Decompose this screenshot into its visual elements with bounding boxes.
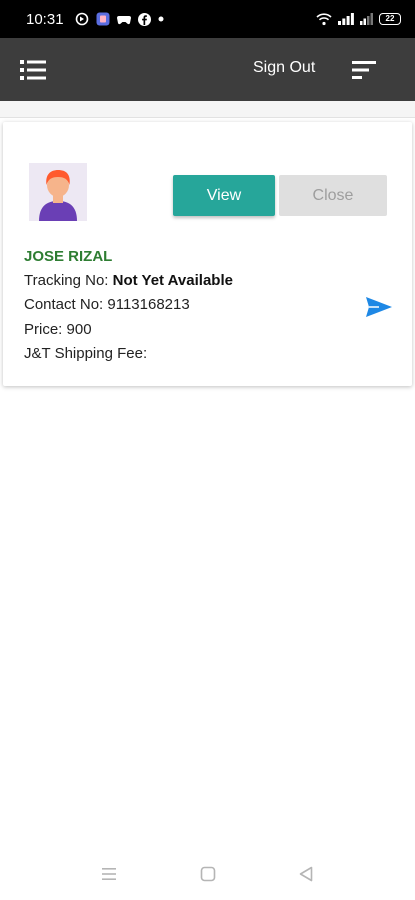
customer-name: JOSE RIZAL: [24, 248, 113, 265]
signal-icon: [338, 13, 354, 25]
dot-icon: [158, 16, 164, 22]
content-area: View Close JOSE RIZAL Tracking No: Not Y…: [0, 101, 415, 849]
shipping-fee-line: J&T Shipping Fee:: [24, 345, 147, 362]
game-controller-icon: [116, 12, 131, 26]
wifi-icon: [316, 12, 332, 26]
list-menu-icon[interactable]: [20, 58, 48, 82]
battery-icon: 22: [379, 13, 401, 25]
app-notification-icon: [96, 12, 110, 26]
tracking-line: Tracking No: Not Yet Available: [24, 272, 233, 289]
contact-value: 9113168213: [107, 296, 190, 313]
close-button[interactable]: Close: [279, 175, 387, 216]
app-bar: Sign Out: [0, 38, 415, 101]
home-icon[interactable]: [199, 865, 217, 888]
status-left: 10:31: [26, 11, 164, 28]
sign-out-button[interactable]: Sign Out: [253, 59, 315, 77]
order-card[interactable]: View Close JOSE RIZAL Tracking No: Not Y…: [3, 122, 412, 386]
status-bar: 10:31 22: [0, 0, 415, 38]
system-nav-bar: [0, 849, 415, 900]
back-icon[interactable]: [297, 865, 315, 888]
tracking-value: Not Yet Available: [112, 272, 233, 289]
price-label: Price:: [24, 321, 67, 338]
user-avatar-icon: [29, 163, 87, 221]
status-time: 10:31: [26, 10, 64, 28]
signal-icon-2: [360, 13, 373, 25]
view-button[interactable]: View: [173, 175, 275, 216]
tracking-label: Tracking No:: [24, 272, 113, 289]
contact-line: Contact No: 9113168213: [24, 296, 190, 313]
price-value: 900: [66, 321, 92, 338]
send-icon[interactable]: [365, 295, 393, 319]
status-right: 22: [316, 12, 401, 26]
data-saver-icon: [75, 12, 89, 26]
sort-icon[interactable]: [350, 59, 378, 81]
shipping-fee-label: J&T Shipping Fee:: [24, 345, 148, 362]
price-line: Price: 900: [24, 321, 92, 338]
contact-label: Contact No:: [24, 296, 108, 313]
facebook-icon: [137, 12, 151, 26]
recents-icon[interactable]: [100, 865, 118, 888]
order-list: View Close JOSE RIZAL Tracking No: Not Y…: [0, 117, 415, 849]
